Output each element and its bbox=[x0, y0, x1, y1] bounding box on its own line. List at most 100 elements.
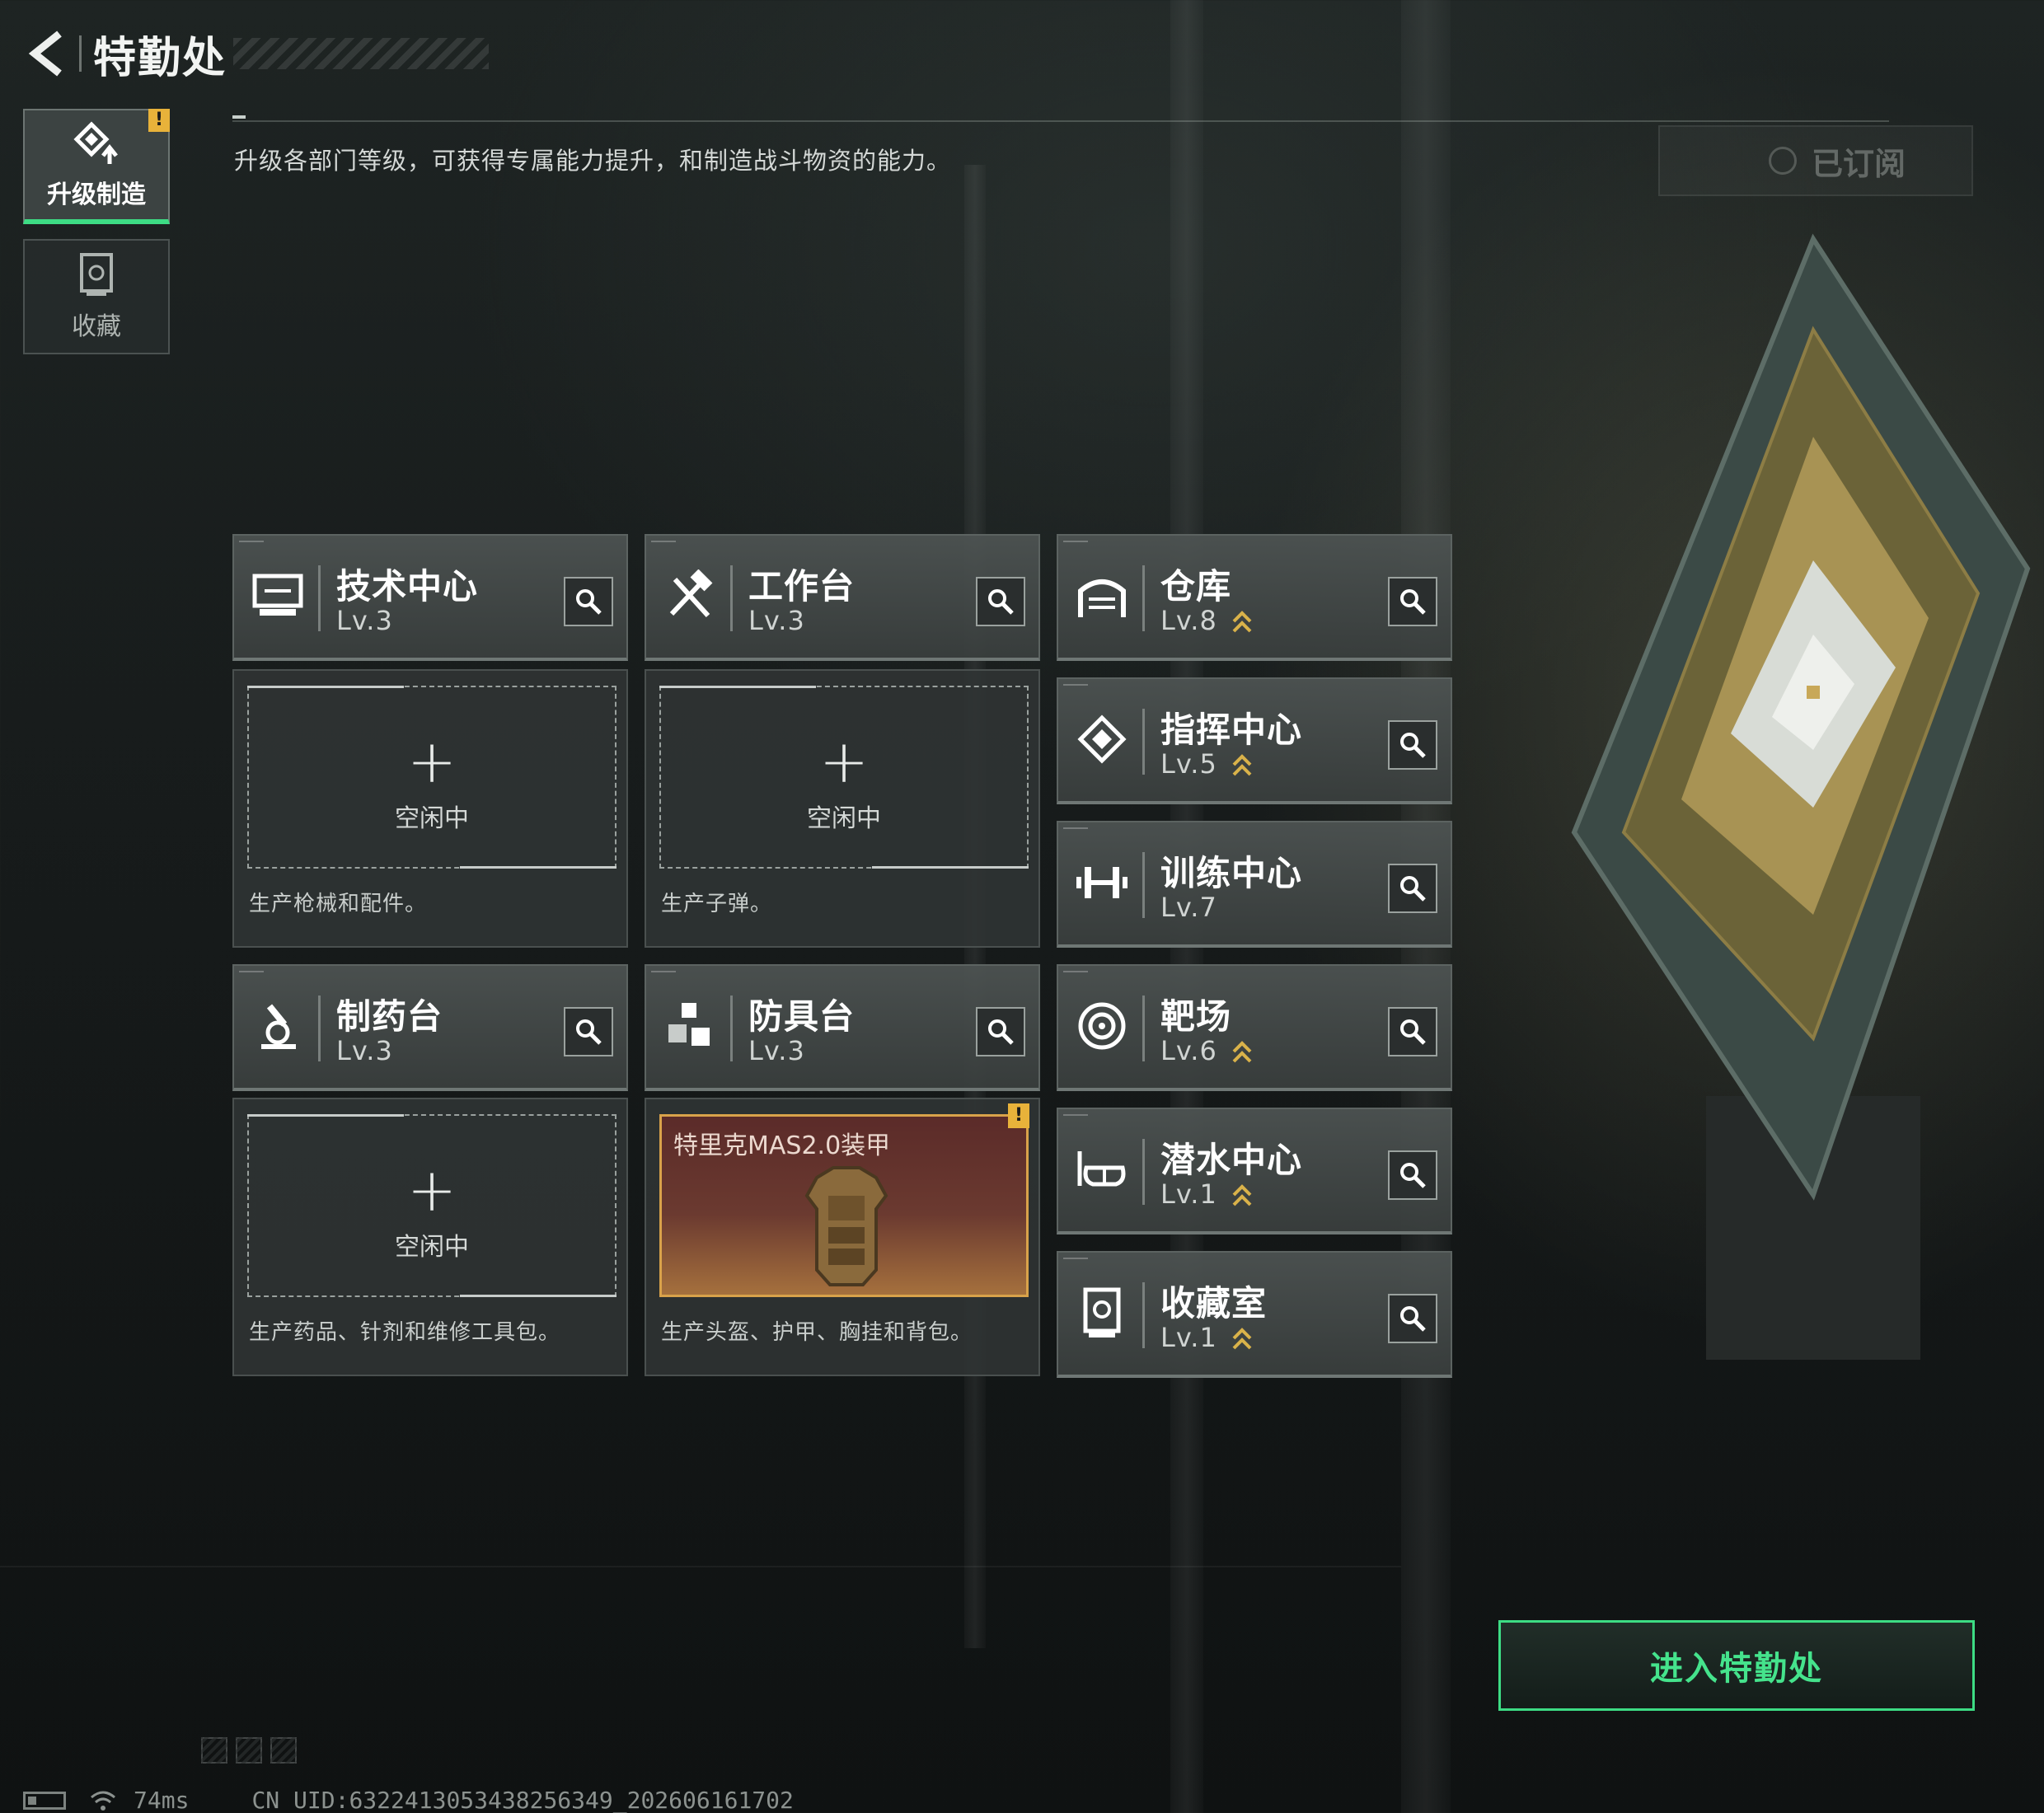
page-header: 特勤处 bbox=[23, 25, 490, 83]
search-button[interactable] bbox=[1388, 1007, 1437, 1056]
card-corner bbox=[239, 971, 264, 972]
card-corner bbox=[651, 971, 676, 972]
slot-status: 空闲中 bbox=[807, 804, 881, 833]
dept-card-diving[interactable]: 潜水中心 Lv.1 bbox=[1057, 1108, 1452, 1234]
dept-level: Lv.3 bbox=[336, 605, 393, 636]
cube-reactor-artwork bbox=[1571, 233, 2031, 1360]
dept-card-armory[interactable]: 防具台 Lv.3 bbox=[645, 964, 1040, 1091]
dept-level: Lv.3 bbox=[748, 1035, 805, 1066]
search-icon bbox=[1400, 1019, 1426, 1045]
page-title: 特勤处 bbox=[93, 33, 227, 83]
search-icon bbox=[988, 589, 1014, 615]
nav-item-upgrade[interactable]: ! 升级制造 bbox=[23, 109, 170, 224]
dept-level: Lv.8 bbox=[1160, 605, 1217, 636]
dumbbell-icon bbox=[1073, 854, 1131, 911]
search-button[interactable] bbox=[1388, 1294, 1437, 1343]
dept-name: 技术中心 bbox=[336, 566, 479, 607]
background-line bbox=[0, 1566, 1401, 1567]
dept-name: 靶场 bbox=[1160, 996, 1232, 1037]
search-button[interactable] bbox=[564, 1007, 613, 1056]
dept-name: 指挥中心 bbox=[1160, 710, 1303, 750]
card-divider bbox=[318, 565, 321, 631]
collection-icon bbox=[80, 253, 113, 296]
dept-card-tech[interactable]: 技术中心 Lv.3 bbox=[232, 534, 628, 661]
card-divider bbox=[730, 565, 733, 631]
body-armor-icon bbox=[804, 1166, 888, 1286]
dept-card-range[interactable]: 靶场 Lv.6 bbox=[1057, 964, 1452, 1091]
upgrade-available-icon bbox=[1232, 1184, 1252, 1206]
card-corner bbox=[651, 541, 676, 542]
nav-item-label: 升级制造 bbox=[47, 180, 146, 209]
production-panel-armory: ! 特里克MAS2.0装甲 生产头盔、护甲、胸挂和背包。 bbox=[645, 1098, 1040, 1376]
card-divider bbox=[1142, 1139, 1145, 1205]
production-item[interactable]: ! 特里克MAS2.0装甲 bbox=[659, 1103, 1029, 1297]
search-button[interactable] bbox=[976, 1007, 1025, 1056]
status-bar: 74ms CN UID:6322413053438256349_20260616… bbox=[23, 1787, 794, 1813]
search-icon bbox=[576, 589, 602, 615]
card-divider bbox=[730, 996, 733, 1061]
cubes-icon bbox=[661, 997, 719, 1055]
search-button[interactable] bbox=[564, 577, 613, 626]
dept-card-workbench[interactable]: 工作台 Lv.3 bbox=[645, 534, 1040, 661]
dept-card-pharmacy[interactable]: 制药台 Lv.3 bbox=[232, 964, 628, 1091]
production-panel-pharmacy: + 空闲中 生产药品、针剂和维修工具包。 bbox=[232, 1098, 628, 1376]
dept-level-row: Lv.5 bbox=[1160, 748, 1253, 780]
card-divider bbox=[1142, 1282, 1145, 1348]
search-button[interactable] bbox=[1388, 720, 1437, 770]
search-icon bbox=[988, 1019, 1014, 1045]
empty-slot[interactable]: + 空闲中 bbox=[659, 686, 1029, 869]
dept-description: 生产头盔、护甲、胸挂和背包。 bbox=[661, 1320, 973, 1345]
search-button[interactable] bbox=[1388, 864, 1437, 913]
enter-special-ops-button[interactable]: 进入特勤处 bbox=[1498, 1620, 1975, 1711]
card-corner bbox=[1063, 684, 1088, 686]
card-divider bbox=[318, 996, 321, 1061]
search-button[interactable] bbox=[1388, 577, 1437, 626]
microscope-icon bbox=[249, 997, 307, 1055]
dept-description: 生产枪械和配件。 bbox=[249, 892, 428, 916]
empty-slot[interactable]: + 空闲中 bbox=[247, 1114, 616, 1297]
production-panel-workbench: + 空闲中 生产子弹。 bbox=[645, 669, 1040, 948]
dept-card-vault[interactable]: 收藏室 Lv.1 bbox=[1057, 1251, 1452, 1378]
card-corner bbox=[1063, 541, 1088, 542]
search-button[interactable] bbox=[976, 577, 1025, 626]
search-icon bbox=[1400, 589, 1426, 615]
target-icon bbox=[1073, 997, 1131, 1055]
nav-item-label: 收藏 bbox=[72, 312, 121, 341]
dept-level: Lv.7 bbox=[1160, 892, 1217, 923]
dept-level-row: Lv.1 bbox=[1160, 1178, 1253, 1210]
dept-card-warehouse[interactable]: 仓库 Lv.8 bbox=[1057, 534, 1452, 661]
dept-level: Lv.3 bbox=[748, 605, 805, 636]
card-divider bbox=[1142, 709, 1145, 775]
plus-icon: + bbox=[406, 727, 457, 796]
card-corner bbox=[1063, 971, 1088, 972]
dept-card-training[interactable]: 训练中心 Lv.7 bbox=[1057, 821, 1452, 948]
dept-name: 制药台 bbox=[336, 996, 443, 1037]
search-icon bbox=[1400, 876, 1426, 902]
search-button[interactable] bbox=[1388, 1150, 1437, 1200]
dept-level: Lv.6 bbox=[1160, 1035, 1217, 1066]
alert-badge: ! bbox=[1008, 1103, 1029, 1128]
dept-card-command[interactable]: 指挥中心 Lv.5 bbox=[1057, 677, 1452, 804]
dept-description: 生产药品、针剂和维修工具包。 bbox=[249, 1320, 561, 1345]
plus-icon: + bbox=[818, 727, 870, 796]
card-divider bbox=[1142, 996, 1145, 1061]
tools-icon bbox=[661, 567, 719, 625]
title-decoration bbox=[233, 38, 490, 69]
upgrade-available-icon bbox=[1232, 754, 1252, 776]
dept-level: Lv.1 bbox=[1160, 1322, 1217, 1353]
slot-status: 空闲中 bbox=[395, 804, 469, 833]
card-divider bbox=[1142, 852, 1145, 918]
dept-name: 收藏室 bbox=[1160, 1283, 1268, 1323]
search-icon bbox=[576, 1019, 602, 1045]
nav-item-collection[interactable]: 收藏 bbox=[23, 239, 170, 354]
chevron-left-icon[interactable] bbox=[23, 26, 69, 81]
dept-level-row: Lv.6 bbox=[1160, 1035, 1253, 1066]
top-divider bbox=[232, 120, 1889, 122]
monitor-icon bbox=[249, 567, 307, 625]
wifi-icon bbox=[91, 1791, 115, 1811]
page-description: 升级各部门等级，可获得专属能力提升，和制造战斗物资的能力。 bbox=[234, 147, 952, 175]
user-uid: CN UID:6322413053438256349_202606161702 bbox=[251, 1787, 794, 1813]
empty-slot[interactable]: + 空闲中 bbox=[247, 686, 616, 869]
production-panel-tech: + 空闲中 生产枪械和配件。 bbox=[232, 669, 628, 948]
subscribed-button[interactable]: 已订阅 bbox=[1658, 125, 1973, 196]
